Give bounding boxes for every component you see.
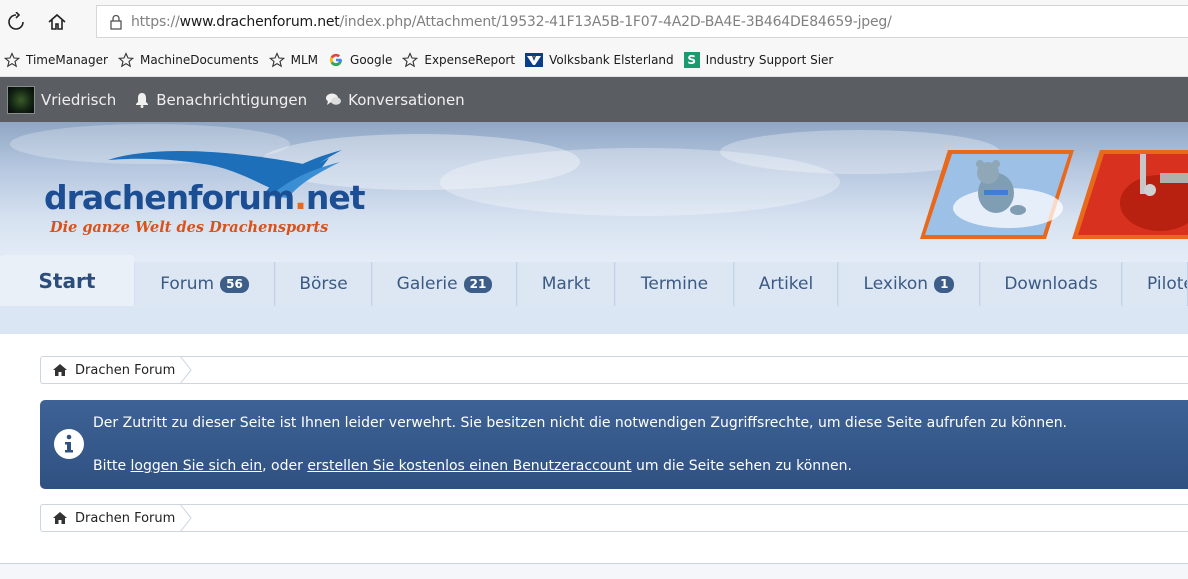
url-prefix: https:// xyxy=(131,13,180,30)
main-navigation: Start Forum 56 Börse Galerie 21 Markt Term… xyxy=(0,255,1188,306)
favorite-industry-support[interactable]: S Industry Support Sier xyxy=(683,51,834,68)
avatar[interactable] xyxy=(7,85,35,114)
tab-label: Termine xyxy=(640,274,709,294)
url-path: /index.php/Attachment/19532-41F13A5B-1F0… xyxy=(339,13,892,30)
page-footer-edge xyxy=(0,563,1188,579)
tab-artikel[interactable]: Artikel xyxy=(735,262,838,306)
s-green-icon: S xyxy=(683,51,700,68)
breadcrumb-home[interactable]: Drachen Forum xyxy=(41,356,192,384)
tab-start[interactable]: Start xyxy=(0,255,134,306)
sub-navigation-bar xyxy=(0,306,1188,334)
chat-bubbles-icon xyxy=(326,93,342,105)
breadcrumb-separator xyxy=(180,504,192,532)
breadcrumb: Drachen Forum xyxy=(40,356,1188,384)
tab-label: Downloads xyxy=(1004,274,1098,294)
favorite-volksbank[interactable]: Volksbank Elsterland xyxy=(525,52,674,67)
lock-icon xyxy=(110,14,122,30)
logo-dot: . xyxy=(294,178,307,217)
username: Vriedrisch xyxy=(41,90,117,109)
volksbank-icon xyxy=(525,52,544,67)
tab-label: Markt xyxy=(541,274,591,294)
tab-label: Pilote xyxy=(1147,274,1187,294)
notice-message: Der Zutritt zu dieser Seite ist Ihnen le… xyxy=(93,415,1068,431)
site-header: drachenforum.net Die ganze Welt des Drac… xyxy=(0,122,1188,262)
tab-forum[interactable]: Forum 56 xyxy=(135,262,275,306)
home-icon xyxy=(53,364,67,376)
favorite-label: Volksbank Elsterland xyxy=(549,52,674,67)
notice-suffix: um die Seite sehen zu können. xyxy=(631,458,852,474)
favorite-google[interactable]: Google xyxy=(328,52,392,68)
conversations-label: Konversationen xyxy=(348,90,465,109)
favorite-label: Google xyxy=(350,52,393,67)
count-badge: 1 xyxy=(934,275,955,293)
notice-instructions: Bitte loggen Sie sich ein, oder erstelle… xyxy=(93,458,852,474)
logo-tld: net xyxy=(305,178,366,217)
breadcrumb-home[interactable]: Drachen Forum xyxy=(41,504,192,532)
tab-label: Börse xyxy=(299,274,348,294)
tab-galerie[interactable]: Galerie 21 xyxy=(373,262,517,306)
notice-mid: , oder xyxy=(262,458,308,474)
header-photo-teddy-kite xyxy=(920,150,1074,239)
count-badge: 21 xyxy=(463,275,493,293)
star-outline-icon xyxy=(117,51,134,67)
url-host: www.drachenforum.net xyxy=(179,13,340,30)
refresh-icon xyxy=(8,12,24,30)
tab-label: Start xyxy=(38,268,96,293)
favorite-label: ExpenseReport xyxy=(424,52,516,67)
breadcrumb-bottom: Drachen Forum xyxy=(40,504,1188,532)
register-link[interactable]: erstellen Sie kostenlos einen Benutzerac… xyxy=(307,458,631,474)
browser-address-bar: https://www.drachenforum.net/index.php/A… xyxy=(0,0,1188,43)
home-icon xyxy=(53,512,67,524)
favorite-expensereport[interactable]: ExpenseReport xyxy=(402,51,516,68)
google-g-icon xyxy=(329,53,343,66)
login-link[interactable]: loggen Sie sich ein xyxy=(131,458,263,474)
favorite-timemanager[interactable]: TimeManager xyxy=(4,51,108,68)
site-logo-text: drachenforum.net xyxy=(44,178,366,217)
breadcrumb-label: Drachen Forum xyxy=(75,362,176,378)
notifications-label: Benachrichtigungen xyxy=(156,90,308,109)
favorite-label: MLM xyxy=(290,52,319,67)
star-outline-icon xyxy=(268,51,285,67)
conversations-link[interactable]: Konversationen xyxy=(325,91,465,109)
home-button[interactable] xyxy=(43,8,71,36)
breadcrumb-separator xyxy=(180,356,192,384)
breadcrumb-label: Drachen Forum xyxy=(75,510,176,526)
access-denied-notice: Der Zutritt zu dieser Seite ist Ihnen le… xyxy=(40,400,1188,489)
tab-markt[interactable]: Markt xyxy=(518,262,615,306)
logo-name: drachenforum xyxy=(44,178,295,217)
star-outline-icon xyxy=(402,51,419,67)
bell-icon xyxy=(136,92,149,108)
info-icon xyxy=(54,429,84,459)
tab-downloads[interactable]: Downloads xyxy=(981,262,1122,306)
count-badge: 56 xyxy=(220,275,249,293)
tab-boerse[interactable]: Börse xyxy=(276,262,372,306)
url-field[interactable]: https://www.drachenforum.net/index.php/A… xyxy=(96,5,1188,38)
refresh-button[interactable] xyxy=(2,8,30,36)
tab-label: Lexikon xyxy=(863,274,929,294)
favorite-machinedocuments[interactable]: MachineDocuments xyxy=(117,51,259,68)
favorite-mlm[interactable]: MLM xyxy=(268,51,319,68)
header-photo-sewing-machine xyxy=(1072,150,1188,239)
favorite-label: MachineDocuments xyxy=(139,52,259,67)
tab-lexikon[interactable]: Lexikon 1 xyxy=(839,262,980,306)
url-text: https://www.drachenforum.net/index.php/A… xyxy=(131,14,892,30)
notifications-link[interactable]: Benachrichtigungen xyxy=(134,91,307,109)
site-slogan: Die ganze Welt des Drachensports xyxy=(50,219,329,236)
username-link[interactable]: Vriedrisch xyxy=(41,91,116,109)
forum-user-bar: Vriedrisch Benachrichtigungen Konversati… xyxy=(0,77,1188,122)
favorite-label: Industry Support Sier xyxy=(705,52,834,67)
tab-label: Forum xyxy=(160,274,215,294)
favorite-label: TimeManager xyxy=(26,52,108,67)
tab-label: Artikel xyxy=(758,274,814,294)
tab-label: Galerie xyxy=(396,274,458,294)
favorites-bar: TimeManager MachineDocuments MLM Google … xyxy=(0,43,1188,77)
star-outline-icon xyxy=(4,51,20,67)
home-icon xyxy=(48,13,66,30)
tab-piloten[interactable]: Pilote xyxy=(1123,262,1188,306)
tab-termine[interactable]: Termine xyxy=(616,262,734,306)
notice-prefix: Bitte xyxy=(93,458,131,474)
